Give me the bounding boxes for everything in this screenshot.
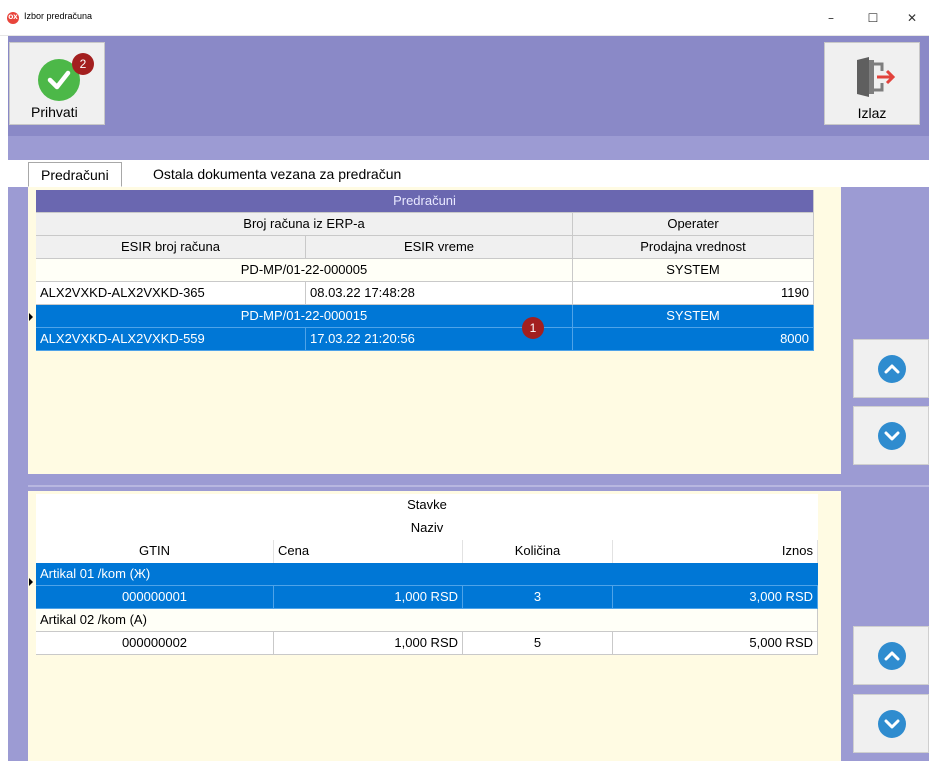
cell-naziv: Artikal 02 /kom (A) (36, 609, 818, 632)
col-header-broj-racuna[interactable]: Broj računa iz ERP-a (36, 213, 573, 236)
cell-esir-vreme: 08.03.22 17:48:28 (306, 282, 573, 305)
grid-header-row-2: ESIR broj računa ESIR vreme Prodajna vre… (36, 236, 814, 259)
scroll-up-button[interactable] (853, 339, 929, 398)
col-header-naziv[interactable]: Naziv (36, 517, 818, 540)
exit-button-label: Izlaz (857, 105, 887, 121)
maximize-button[interactable]: ☐ (858, 8, 888, 28)
step-badge: 2 (72, 53, 94, 75)
step-badge: 1 (522, 317, 544, 339)
cell-naziv: Artikal 01 /kom (Ж) (36, 563, 818, 586)
cell-kolicina: 5 (463, 632, 613, 655)
chevron-down-icon (878, 710, 906, 738)
panel-divider (28, 485, 929, 487)
predracuni-panel: Predračuni Broj računa iz ERP-a Operater… (28, 187, 841, 474)
close-button[interactable]: ✕ (897, 8, 927, 28)
scroll-up-button[interactable] (853, 626, 929, 685)
col-header-cena[interactable]: Cena (274, 540, 463, 563)
grid-band-header: Predračuni (36, 190, 814, 213)
table-row[interactable]: PD-MP/01-22-000005 SYSTEM (36, 259, 814, 282)
cell-operater: SYSTEM (573, 305, 814, 328)
main-area: Predračuni Ostala dokumenta vezana za pr… (8, 154, 929, 761)
scroll-down-button[interactable] (853, 694, 929, 753)
row-indicator-icon (29, 578, 33, 586)
grid-band-title: Stavke (36, 494, 818, 517)
chevron-down-icon (878, 422, 906, 450)
toolbar-separator (8, 136, 929, 154)
cell-cena: 1,000 RSD (274, 586, 463, 609)
col-header-esir-broj[interactable]: ESIR broj računa (36, 236, 306, 259)
grid-header-row-1: Broj računa iz ERP-a Operater (36, 213, 814, 236)
window-title: Izbor predračuna (24, 11, 93, 21)
cell-kolicina: 3 (463, 586, 613, 609)
toolbar: 2 Prihvati Izlaz (8, 36, 929, 136)
table-row[interactable]: 000000002 1,000 RSD 5 5,000 RSD (36, 632, 818, 655)
exit-button[interactable]: Izlaz (824, 42, 920, 125)
cell-prodajna-vrednost: 8000 (573, 328, 814, 351)
minimize-button[interactable]: – (816, 8, 846, 28)
cell-esir-broj: ALX2VXKD-ALX2VXKD-559 (36, 328, 306, 351)
grid-subheader: Naziv (36, 517, 818, 540)
table-row-selected[interactable]: ALX2VXKD-ALX2VXKD-559 17.03.22 21:20:56 … (36, 328, 814, 351)
cell-prodajna-vrednost: 1190 (573, 282, 814, 305)
row-indicator-icon (29, 313, 33, 321)
col-header-esir-vreme[interactable]: ESIR vreme (306, 236, 573, 259)
tab-predracuni[interactable]: Predračuni (28, 162, 122, 187)
grid-band-header: Stavke (36, 494, 818, 517)
accept-button-label: Prihvati (31, 104, 78, 120)
grid-header-row: GTIN Cena Količina Iznos (36, 540, 818, 563)
cell-gtin: 000000001 (36, 586, 274, 609)
col-header-iznos[interactable]: Iznos (613, 540, 818, 563)
window-titlebar: OX Izbor predračuna – ☐ ✕ (0, 0, 929, 36)
door-exit-icon (853, 55, 897, 103)
table-row-selected[interactable]: Artikal 01 /kom (Ж) (29, 563, 818, 586)
cell-iznos: 5,000 RSD (613, 632, 818, 655)
cell-broj-racuna: PD-MP/01-22-000005 (36, 259, 573, 282)
col-header-prodajna-vrednost[interactable]: Prodajna vrednost (573, 236, 814, 259)
accept-button[interactable]: 2 Prihvati (9, 42, 105, 125)
cell-gtin: 000000002 (36, 632, 274, 655)
scroll-down-button[interactable] (853, 406, 929, 465)
table-row-selected[interactable]: 000000001 1,000 RSD 3 3,000 RSD (36, 586, 818, 609)
tab-ostala-dokumenta[interactable]: Ostala dokumenta vezana za predračun (153, 162, 401, 187)
cell-iznos: 3,000 RSD (613, 586, 818, 609)
cell-cena: 1,000 RSD (274, 632, 463, 655)
cell-operater: SYSTEM (573, 259, 814, 282)
col-header-operater[interactable]: Operater (573, 213, 814, 236)
col-header-gtin[interactable]: GTIN (36, 540, 274, 563)
cell-broj-racuna: PD-MP/01-22-000015 (36, 305, 573, 328)
cell-esir-broj: ALX2VXKD-ALX2VXKD-365 (36, 282, 306, 305)
tab-strip: Predračuni Ostala dokumenta vezana za pr… (8, 160, 929, 187)
grid-band-title: Predračuni (36, 190, 814, 213)
col-header-kolicina[interactable]: Količina (463, 540, 613, 563)
app-logo-icon: OX (7, 12, 19, 24)
table-row[interactable]: ALX2VXKD-ALX2VXKD-365 08.03.22 17:48:28 … (36, 282, 814, 305)
chevron-up-icon (878, 642, 906, 670)
table-row[interactable]: Artikal 02 /kom (A) (36, 609, 818, 632)
stavke-panel: Stavke Naziv GTIN Cena Količina Iznos Ar… (28, 491, 841, 761)
chevron-up-icon (878, 355, 906, 383)
table-row-selected[interactable]: PD-MP/01-22-000015 SYSTEM (29, 305, 814, 328)
